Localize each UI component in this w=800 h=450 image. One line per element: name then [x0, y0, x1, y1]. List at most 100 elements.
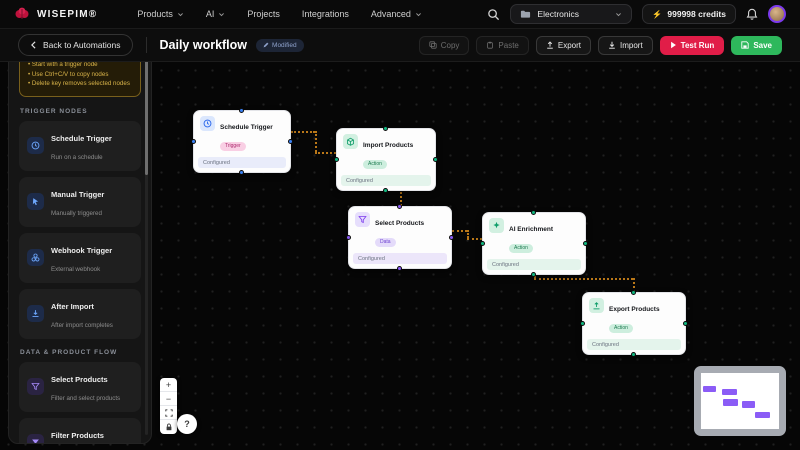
canvas-zoom-controls: + −	[160, 378, 177, 434]
node-schedule-trigger[interactable]: Schedule Trigger Trigger Configured	[193, 110, 291, 173]
connection-select-ai	[467, 230, 469, 238]
user-avatar[interactable]	[768, 5, 786, 23]
download-check-icon	[27, 305, 44, 322]
connection-handle[interactable]	[383, 188, 388, 193]
sidebar-scrollbar[interactable]	[145, 15, 148, 435]
sidebar-item-filter-products[interactable]: Filter Products Further filter products	[19, 418, 141, 444]
node-type-badge: Action	[509, 244, 533, 253]
workspace-select[interactable]: Electronics	[510, 4, 632, 24]
node-type-badge: Action	[363, 160, 387, 169]
connection-handle[interactable]	[383, 126, 388, 131]
search-icon[interactable]	[487, 8, 500, 21]
toolbar-actions: Copy Paste Export Import Test Run Save	[419, 36, 782, 55]
top-navbar: WISEPIM® Products AI Projects Integratio…	[0, 0, 800, 29]
connection-handle[interactable]	[449, 235, 454, 240]
connection-handle[interactable]	[631, 290, 636, 295]
connection-schedule-import	[291, 131, 315, 133]
connection-ai-export	[534, 278, 633, 280]
connection-handle[interactable]	[346, 235, 351, 240]
connection-handle[interactable]	[480, 241, 485, 246]
export-icon	[546, 41, 554, 49]
node-select-products[interactable]: Select Products Data Configured	[348, 206, 452, 269]
main-menu: Products AI Projects Integrations Advanc…	[137, 9, 487, 19]
node-type-badge: Action	[609, 324, 633, 333]
minimap-node	[703, 386, 716, 392]
paste-button[interactable]: Paste	[476, 36, 528, 55]
fit-view-icon	[165, 409, 173, 417]
filter-icon	[27, 434, 44, 444]
minimap[interactable]	[694, 366, 786, 436]
connection-handle[interactable]	[531, 210, 536, 215]
sidebar-item-select-products[interactable]: Select Products Filter and select produc…	[19, 362, 141, 412]
minimap-node	[722, 389, 737, 395]
section-data-product-flow: DATA & PRODUCT FLOW	[20, 349, 141, 356]
clipboard-icon	[486, 41, 494, 49]
connection-schedule-import	[315, 131, 317, 152]
export-tray-icon	[589, 298, 604, 313]
lock-icon	[165, 423, 173, 431]
node-type-badge: Trigger	[220, 142, 246, 151]
pro-tip: Delete key removes selected nodes	[28, 79, 132, 89]
node-status: Configured	[198, 157, 286, 168]
workflow-toolbar: Back to Automations Daily workflow Modif…	[0, 29, 800, 62]
sidebar-item-after-import[interactable]: After Import After import completes	[19, 289, 141, 339]
connection-handle[interactable]	[433, 157, 438, 162]
minimap-node	[723, 399, 738, 406]
menu-projects[interactable]: Projects	[247, 9, 280, 19]
connection-handle[interactable]	[531, 272, 536, 277]
node-ai-enrichment[interactable]: AI Enrichment Action Configured	[482, 212, 586, 275]
help-button[interactable]: ?	[177, 414, 197, 434]
zoom-out-button[interactable]: −	[160, 392, 177, 406]
connection-handle[interactable]	[288, 139, 293, 144]
credits-badge[interactable]: ⚡ 999998 credits	[642, 4, 736, 24]
connection-handle[interactable]	[191, 139, 196, 144]
sidebar-item-schedule-trigger[interactable]: Schedule Trigger Run on a schedule	[19, 121, 141, 171]
export-button[interactable]: Export	[536, 36, 591, 55]
app-window: WISEPIM® Products AI Projects Integratio…	[0, 0, 800, 450]
connection-schedule-import	[315, 152, 336, 154]
sidebar-item-manual-trigger[interactable]: Manual Trigger Manually triggered	[19, 177, 141, 227]
brain-logo-icon	[14, 6, 30, 22]
zoom-in-button[interactable]: +	[160, 378, 177, 392]
minimap-node	[755, 412, 770, 418]
webhook-icon	[27, 249, 44, 266]
bell-icon[interactable]	[746, 8, 758, 21]
node-title: Export Products	[609, 306, 660, 313]
copy-button[interactable]: Copy	[419, 36, 470, 55]
brand[interactable]: WISEPIM®	[14, 6, 97, 22]
workspace-value: Electronics	[537, 9, 609, 19]
connection-handle[interactable]	[397, 266, 402, 271]
chevron-down-icon	[218, 11, 225, 18]
node-title: Select Products	[375, 220, 424, 227]
connection-handle[interactable]	[239, 108, 244, 113]
menu-products[interactable]: Products	[137, 9, 184, 19]
connection-handle[interactable]	[631, 352, 636, 357]
lock-button[interactable]	[160, 420, 177, 434]
sidebar-item-webhook-trigger[interactable]: Webhook Trigger External webhook	[19, 233, 141, 283]
connection-handle[interactable]	[583, 241, 588, 246]
import-button[interactable]: Import	[598, 36, 653, 55]
brand-name: WISEPIM®	[37, 9, 97, 20]
menu-advanced[interactable]: Advanced	[371, 9, 422, 19]
connection-handle[interactable]	[683, 321, 688, 326]
connection-select-ai	[452, 230, 467, 232]
connection-handle[interactable]	[580, 321, 585, 326]
funnel-icon	[355, 212, 370, 227]
credits-icon: ⚡	[652, 10, 662, 19]
fit-view-button[interactable]	[160, 406, 177, 420]
chevron-left-icon	[30, 41, 37, 49]
credits-value: 999998 credits	[667, 9, 726, 19]
test-run-button[interactable]: Test Run	[660, 36, 725, 55]
back-to-automations-button[interactable]: Back to Automations	[18, 34, 133, 56]
save-button[interactable]: Save	[731, 36, 782, 55]
menu-integrations[interactable]: Integrations	[302, 9, 349, 19]
connection-handle[interactable]	[239, 170, 244, 175]
connection-select-ai	[467, 238, 482, 240]
connection-handle[interactable]	[334, 157, 339, 162]
menu-ai[interactable]: AI	[206, 9, 226, 19]
connection-handle[interactable]	[397, 204, 402, 209]
node-title: Import Products	[363, 142, 413, 149]
node-title: Schedule Trigger	[220, 124, 273, 131]
node-export-products[interactable]: Export Products Action Configured	[582, 292, 686, 355]
node-import-products[interactable]: Import Products Action Configured	[336, 128, 436, 191]
